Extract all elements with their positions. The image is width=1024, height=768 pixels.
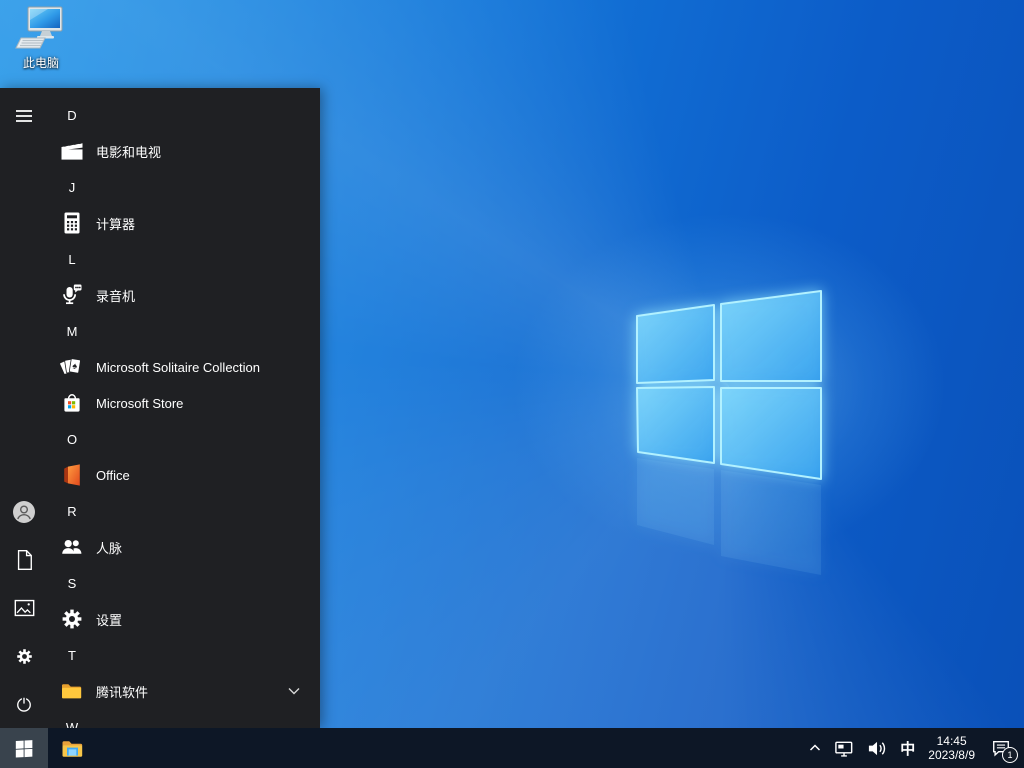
gear-icon[interactable] — [0, 632, 48, 680]
power-icon[interactable] — [0, 680, 48, 728]
app-group-letter-m[interactable]: M — [48, 313, 320, 349]
movies-tv-icon — [48, 138, 96, 164]
ime-indicator[interactable]: 中 — [894, 728, 921, 768]
start-menu-item-tencent-software[interactable]: 腾讯软件 — [48, 673, 320, 709]
people-icon — [48, 534, 96, 560]
pictures-icon[interactable] — [0, 584, 48, 632]
clock-date: 2023/8/9 — [928, 748, 975, 762]
folder-icon — [48, 678, 96, 704]
system-tray: 中 14:45 2023/8/9 1 — [802, 728, 1024, 768]
start-menu-item-microsoft-store[interactable]: Microsoft Store — [48, 385, 320, 421]
start-button[interactable] — [0, 728, 48, 768]
voice-recorder-icon — [48, 282, 96, 308]
chevron-up-icon[interactable] — [802, 728, 828, 768]
computer-icon — [15, 6, 63, 49]
gear-icon — [48, 606, 96, 632]
app-group-letter-t[interactable]: T — [48, 637, 320, 673]
start-menu-item-movies-tv[interactable]: 电影和电视 — [48, 133, 320, 169]
calculator-icon — [48, 210, 96, 236]
documents-icon[interactable] — [0, 536, 48, 584]
office-icon — [48, 462, 96, 488]
app-group-letter-o[interactable]: O — [48, 421, 320, 457]
start-menu-rail — [0, 88, 48, 728]
desktop-icon-this-pc[interactable]: 此电脑 — [8, 6, 74, 71]
app-group-letter-w[interactable]: W — [48, 709, 320, 729]
start-menu-item-solitaire[interactable]: ♠ Microsoft Solitaire Collection — [48, 349, 320, 385]
network-icon[interactable] — [828, 728, 861, 768]
taskbar-clock[interactable]: 14:45 2023/8/9 — [921, 728, 982, 768]
file-explorer-icon — [62, 741, 82, 757]
start-menu: D 电影和电视 J 计算器 L 录音机 M ♠ Microsoft Solita… — [0, 88, 320, 728]
store-bag-icon — [48, 390, 96, 416]
volume-icon[interactable] — [861, 728, 894, 768]
start-menu-item-voice-recorder[interactable]: 录音机 — [48, 277, 320, 313]
hamburger-menu-icon[interactable] — [0, 92, 48, 140]
app-group-letter-d[interactable]: D — [48, 97, 320, 133]
taskbar: 中 14:45 2023/8/9 1 — [0, 728, 1024, 768]
app-group-letter-j[interactable]: J — [48, 169, 320, 205]
notification-badge: 1 — [1002, 747, 1018, 763]
windows-start-icon — [15, 740, 33, 758]
account-avatar-icon[interactable] — [0, 488, 48, 536]
start-menu-app-list: D 电影和电视 J 计算器 L 录音机 M ♠ Microsoft Solita… — [48, 88, 320, 728]
desktop-icon-label: 此电脑 — [22, 56, 59, 70]
clock-time: 14:45 — [936, 734, 967, 748]
chevron-down-icon[interactable] — [288, 687, 300, 695]
windows-desktop: 此电脑 D 电影和电视 J 计算器 L 录音机 M ♠ Microsoft So… — [0, 0, 1024, 768]
action-center-button[interactable]: 1 — [982, 728, 1024, 768]
start-menu-item-people[interactable]: 人脉 — [48, 529, 320, 565]
start-menu-item-calculator[interactable]: 计算器 — [48, 205, 320, 241]
app-group-letter-r[interactable]: R — [48, 493, 320, 529]
solitaire-cards-icon: ♠ — [48, 354, 96, 380]
start-menu-item-settings[interactable]: 设置 — [48, 601, 320, 637]
app-group-letter-l[interactable]: L — [48, 241, 320, 277]
taskbar-empty-area — [96, 728, 802, 768]
file-explorer-button[interactable] — [48, 728, 96, 768]
start-menu-item-office[interactable]: Office — [48, 457, 320, 493]
app-group-letter-s[interactable]: S — [48, 565, 320, 601]
